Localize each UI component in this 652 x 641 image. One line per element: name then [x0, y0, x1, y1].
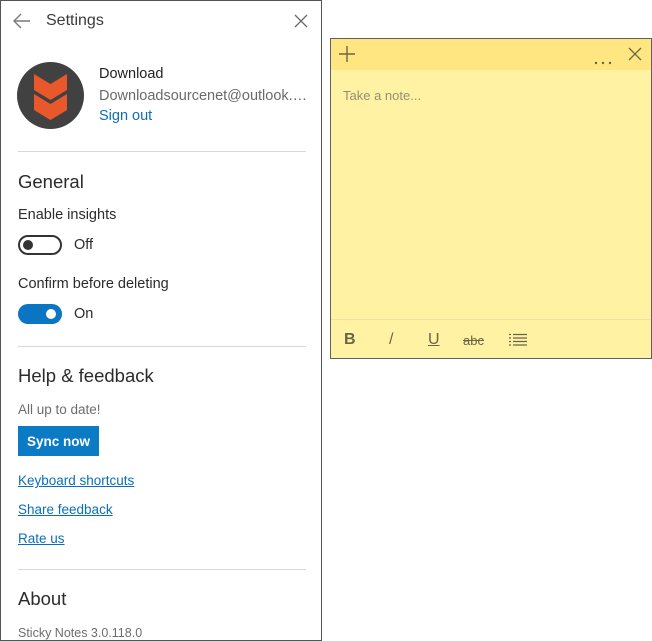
- account-email: Downloadsourcenet@outlook.com: [99, 88, 309, 104]
- toolbar-divider: [331, 319, 651, 320]
- settings-panel: Settings Download Downloadsourcenet@outl…: [0, 0, 322, 641]
- help-heading: Help & feedback: [18, 365, 154, 386]
- close-icon[interactable]: [292, 12, 310, 30]
- share-feedback-link[interactable]: Share feedback: [18, 502, 113, 517]
- enable-insights-label: Enable insights: [18, 207, 117, 223]
- about-heading: About: [18, 588, 67, 609]
- toggle-knob: [23, 240, 33, 250]
- sync-status: All up to date!: [18, 402, 101, 417]
- divider: [18, 151, 306, 152]
- app-version: Sticky Notes 3.0.118.0: [18, 626, 143, 640]
- toggle-knob: [46, 309, 56, 319]
- strikethrough-button[interactable]: abc: [463, 330, 484, 350]
- bullet-list-icon[interactable]: [509, 330, 527, 350]
- rate-us-link[interactable]: Rate us: [18, 531, 65, 546]
- enable-insights-toggle[interactable]: [18, 235, 62, 255]
- keyboard-shortcuts-link[interactable]: Keyboard shortcuts: [18, 473, 134, 488]
- sign-out-link[interactable]: Sign out: [99, 108, 152, 124]
- back-arrow-icon[interactable]: [12, 11, 32, 31]
- avatar: [17, 62, 84, 129]
- settings-header: Settings: [1, 1, 321, 41]
- plus-icon[interactable]: [339, 46, 355, 67]
- more-icon[interactable]: [594, 52, 612, 70]
- sync-now-button[interactable]: Sync now: [18, 426, 99, 456]
- divider: [18, 346, 306, 347]
- general-heading: General: [18, 171, 84, 192]
- enable-insights-state: Off: [74, 237, 94, 253]
- confirm-delete-state: On: [74, 306, 94, 322]
- note-header: [331, 39, 651, 70]
- note-input[interactable]: Take a note...: [343, 88, 421, 103]
- confirm-delete-toggle[interactable]: [18, 304, 62, 324]
- sticky-note: Take a note... B / U abc: [330, 38, 652, 359]
- bold-button[interactable]: B: [344, 330, 356, 350]
- confirm-delete-label: Confirm before deleting: [18, 276, 169, 292]
- italic-button[interactable]: /: [389, 330, 393, 350]
- download-logo-icon: [34, 74, 67, 120]
- close-icon[interactable]: [628, 47, 642, 66]
- divider: [18, 569, 306, 570]
- settings-title: Settings: [46, 12, 104, 29]
- underline-button[interactable]: U: [428, 330, 440, 350]
- account-name: Download: [99, 66, 164, 82]
